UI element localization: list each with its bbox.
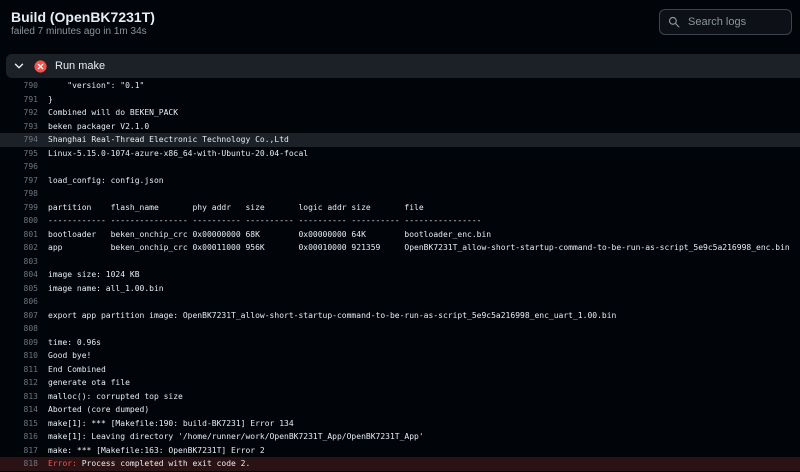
line-number[interactable]: 814 [0, 403, 38, 417]
log-line[interactable]: 797 load_config: config.json [0, 174, 800, 188]
log-line[interactable]: 796 [0, 160, 800, 174]
job-status-subtitle: failed 7 minutes ago in 1m 34s [11, 26, 147, 37]
failed-status-icon [34, 59, 47, 73]
log-line[interactable]: 817 make: *** [Makefile:163: OpenBK7231T]… [0, 444, 800, 458]
log-text: time: 0.96s [48, 337, 101, 347]
log-text: load_config: config.json [48, 175, 164, 185]
log-line[interactable]: 798 [0, 187, 800, 201]
line-number[interactable]: 799 [0, 201, 38, 215]
log-line[interactable]: 813 malloc(): corrupted top size [0, 390, 800, 404]
line-number[interactable]: 800 [0, 214, 38, 228]
line-number[interactable]: 811 [0, 363, 38, 377]
log-line[interactable]: 808 [0, 322, 800, 336]
line-number[interactable]: 812 [0, 376, 38, 390]
line-number[interactable]: 809 [0, 336, 38, 350]
log-line[interactable]: 810 Good bye! [0, 349, 800, 363]
log-line[interactable]: 803 [0, 255, 800, 269]
log-line[interactable]: 802 app beken_onchip_crc 0x00011000 956K … [0, 241, 800, 255]
log-line[interactable]: 804 image size: 1024 KB [0, 268, 800, 282]
line-number[interactable]: 806 [0, 295, 38, 309]
line-number[interactable]: 803 [0, 255, 38, 269]
log-line[interactable]: 814 Aborted (core dumped) [0, 403, 800, 417]
line-number[interactable]: 790 [0, 79, 38, 93]
step-run-make[interactable]: Run make [6, 54, 800, 78]
log-line[interactable]: 791} [0, 93, 800, 107]
line-number[interactable]: 813 [0, 390, 38, 404]
log-line[interactable]: 809 time: 0.96s [0, 336, 800, 350]
log-line[interactable]: 811 End Combined [0, 363, 800, 377]
log-text: make: *** [Makefile:163: OpenBK7231T] Er… [48, 445, 265, 455]
log-line[interactable]: 801 bootloader beken_onchip_crc 0x0000000… [0, 228, 800, 242]
log-line[interactable]: 794 Shanghai Real-Thread Electronic Techn… [0, 133, 800, 147]
log-text: ------------ ---------------- ----------… [48, 216, 482, 225]
log-text: bootloader beken_onchip_crc 0x00000000 6… [48, 229, 492, 239]
line-number[interactable]: 794 [0, 133, 38, 147]
log-line[interactable]: 812 generate ota file [0, 376, 800, 390]
log-text: malloc(): corrupted top size [48, 391, 183, 401]
line-number[interactable]: 810 [0, 349, 38, 363]
log-text: make[1]: *** [Makefile:190: build-BK7231… [48, 418, 294, 428]
search-placeholder: Search logs [688, 16, 747, 28]
log-line[interactable]: 805 image name: all_1.00.bin [0, 282, 800, 296]
search-icon [668, 16, 680, 28]
log-text: Shanghai Real-Thread Electronic Technolo… [48, 135, 289, 144]
log-text: image name: all_1.00.bin [48, 283, 164, 293]
line-number[interactable]: 797 [0, 174, 38, 188]
search-logs-input[interactable]: Search logs [659, 9, 792, 35]
line-number[interactable]: 801 [0, 228, 38, 242]
log-text: Combined will do BEKEN_PACK [48, 108, 179, 117]
error-message: Process completed with exit code 2. [76, 459, 251, 468]
step-label: Run make [55, 60, 106, 72]
log-line[interactable]: 815 make[1]: *** [Makefile:190: build-BK7… [0, 417, 800, 431]
log-text: image size: 1024 KB [48, 270, 140, 279]
log-text: Aborted (core dumped) [48, 405, 150, 414]
line-number[interactable]: 802 [0, 241, 38, 255]
log-line[interactable]: 806 [0, 295, 800, 309]
log-line[interactable]: 818 Error: Process completed with exit co… [0, 457, 800, 471]
log-text: "version": "0.1" [48, 81, 145, 90]
log-line[interactable]: 807 export app partition image: OpenBK723… [0, 309, 800, 323]
page-title: Build (OpenBK7231T) [11, 9, 155, 25]
line-number[interactable]: 817 [0, 444, 38, 458]
log-text: Good bye! [48, 351, 92, 360]
log-output: 790 "version": "0.1" 791} 792 Combined will… [0, 79, 800, 471]
log-text: export app partition image: OpenBK7231T_… [48, 310, 617, 320]
line-number[interactable]: 804 [0, 268, 38, 282]
line-number[interactable]: 816 [0, 430, 38, 444]
line-number[interactable]: 792 [0, 106, 38, 120]
log-text: partition flash_name phy addr size logic… [48, 202, 424, 212]
log-text: } [48, 94, 53, 104]
log-line[interactable]: 816 make[1]: Leaving directory '/home/run… [0, 430, 800, 444]
log-text: Error: Process completed with exit code … [48, 457, 250, 471]
job-header: Build (OpenBK7231T) failed 7 minutes ago… [0, 0, 800, 50]
log-line[interactable]: 799 partition flash_name phy addr size lo… [0, 201, 800, 215]
line-number[interactable]: 795 [0, 147, 38, 161]
line-number[interactable]: 807 [0, 309, 38, 323]
error-label: Error: [48, 459, 77, 468]
log-line[interactable]: 795 Linux-5.15.0-1074-azure-x86_64-with-U… [0, 147, 800, 161]
line-number[interactable]: 808 [0, 322, 38, 336]
log-line[interactable]: 790 "version": "0.1" [0, 79, 800, 93]
line-number[interactable]: 798 [0, 187, 38, 201]
log-text: End Combined [48, 364, 106, 374]
log-line[interactable]: 792 Combined will do BEKEN_PACK [0, 106, 800, 120]
log-text: Linux-5.15.0-1074-azure-x86_64-with-Ubun… [48, 148, 309, 158]
log-text: app beken_onchip_crc 0x00011000 956K 0x0… [48, 243, 790, 252]
line-number[interactable]: 818 [0, 457, 38, 471]
line-number[interactable]: 791 [0, 93, 38, 107]
line-number[interactable]: 815 [0, 417, 38, 431]
line-number[interactable]: 805 [0, 282, 38, 296]
chevron-down-icon[interactable] [12, 59, 26, 73]
log-text: beken packager V2.1.0 [48, 121, 150, 131]
log-line[interactable]: 800 ------------ ---------------- -------… [0, 214, 800, 228]
line-number[interactable]: 796 [0, 160, 38, 174]
log-line[interactable]: 793 beken packager V2.1.0 [0, 120, 800, 134]
log-text: generate ota file [48, 378, 130, 387]
line-number[interactable]: 793 [0, 120, 38, 134]
log-text: make[1]: Leaving directory '/home/runner… [48, 432, 424, 441]
